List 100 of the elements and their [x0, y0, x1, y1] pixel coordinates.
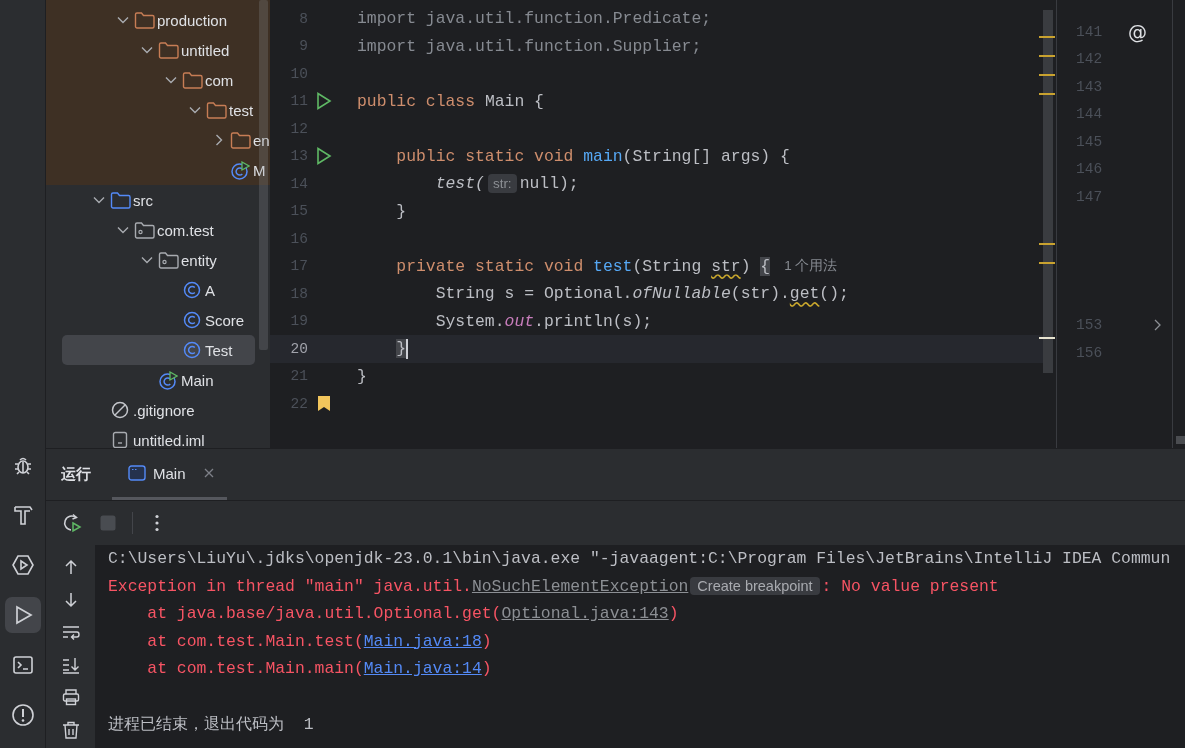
chevron-down-icon[interactable] [117, 226, 129, 234]
item-label: Test [205, 341, 233, 359]
item-label: src [133, 191, 153, 209]
source-link[interactable]: Optional.java:143 [501, 604, 669, 624]
tree-item[interactable]: M [62, 155, 266, 185]
tree-item[interactable]: Test [62, 335, 255, 365]
code-token: get [789, 284, 820, 304]
code-token: public static void [395, 146, 575, 166]
console-text: C:\Users\LiuYu\.jdks\openjdk-23.0.1\bin\java.exe "-javaagent:C:\Program Files\JetBrains\IntelliJ IDEA Commun [108, 549, 1171, 569]
annotation-marker[interactable]: @ [1128, 20, 1147, 43]
code-token: test( [434, 174, 485, 194]
item-label: entity [181, 251, 217, 269]
console-text: at java.base/java.util.Optional.get( [146, 604, 502, 624]
trash-icon[interactable] [61, 720, 80, 739]
chevron-down-icon[interactable] [93, 196, 105, 204]
tree-item[interactable]: A [62, 275, 255, 305]
tree-item[interactable]: en [62, 125, 270, 155]
code-token: (str). [730, 284, 790, 304]
console-text: : No value present [821, 576, 999, 596]
source-link[interactable]: NoSuchElementException [471, 576, 689, 596]
tree-item[interactable]: com [62, 65, 255, 95]
tree-item[interactable]: Score [62, 305, 255, 335]
item-label: test [229, 101, 254, 119]
run-icon[interactable] [316, 147, 332, 166]
panel-title: 运行 [60, 464, 91, 484]
chevron-right-icon[interactable] [1154, 319, 1161, 332]
usage-hint[interactable]: 1 个用法 [784, 257, 838, 276]
tree-item[interactable]: production [62, 5, 255, 35]
rerun-icon[interactable] [62, 513, 82, 533]
class-icon [183, 311, 201, 329]
run-icon[interactable] [316, 92, 332, 111]
class-icon [183, 281, 201, 299]
tree-item[interactable]: .gitignore [62, 395, 255, 425]
scrollbar-thumb[interactable] [1176, 436, 1185, 444]
close-icon[interactable] [202, 467, 215, 479]
source-link[interactable]: Main.java:14 [363, 659, 482, 679]
scroll-to-end-icon[interactable] [61, 655, 80, 674]
code-token: (); [819, 284, 849, 304]
folder-icon [157, 41, 179, 59]
class-icon [183, 341, 201, 359]
code-token: } [395, 339, 407, 359]
printer-icon[interactable] [61, 688, 80, 706]
bookmark-icon[interactable] [317, 395, 331, 413]
text-cursor [406, 338, 409, 359]
code-token: Main { [484, 91, 544, 111]
folder-icon [181, 71, 203, 89]
item-label: production [157, 11, 228, 29]
folder-icon [229, 131, 251, 149]
tab[interactable]: Main [112, 449, 227, 500]
tree-item[interactable]: entity [62, 245, 255, 275]
more-icon[interactable] [155, 514, 159, 532]
ignored-file-icon [111, 401, 129, 419]
console-text: 进程已结束，退出代码为 1 [108, 713, 314, 735]
chevron-down-icon[interactable] [117, 16, 129, 24]
terminal-icon[interactable] [11, 654, 34, 676]
item-label: Score [205, 311, 245, 329]
folder-icon [205, 101, 227, 119]
source-link[interactable]: Main.java:18 [363, 631, 482, 651]
tree-item[interactable]: test [62, 95, 255, 125]
console-text: ) [481, 631, 492, 651]
tree-item[interactable]: src [62, 185, 255, 215]
code-token: main [583, 146, 623, 166]
console-icon [128, 465, 146, 481]
code-token: .println(s); [534, 311, 653, 331]
chevron-down-icon[interactable] [141, 256, 153, 264]
services-icon[interactable] [10, 553, 35, 577]
chevron-down-icon[interactable] [165, 76, 177, 84]
item-label: A [205, 281, 215, 299]
tree-item[interactable]: untitled.iml [62, 425, 255, 448]
item-label: en [253, 131, 270, 149]
create-breakpoint-button[interactable]: Create breakpoint [690, 577, 820, 596]
console-text: ) [668, 604, 679, 624]
code-token: System. [434, 311, 505, 331]
code-token: test [593, 256, 633, 276]
problems-icon[interactable] [10, 703, 35, 727]
chevron-down-icon[interactable] [141, 46, 153, 54]
code-token: private static void [395, 256, 585, 276]
parameter-hint: str: [487, 174, 517, 194]
module-file-icon [112, 431, 128, 448]
code-token: } [357, 366, 367, 386]
code-token: import java.util.function.Predicate; [357, 9, 712, 29]
code-token: { [760, 256, 771, 276]
tree-item[interactable]: com.test [62, 215, 255, 245]
code-token: out [504, 311, 535, 331]
line-number: 20 [289, 340, 308, 357]
chevron-down-icon[interactable] [189, 106, 201, 114]
item-label: untitled [181, 41, 230, 59]
tree-item[interactable]: Main [62, 365, 255, 395]
code-token: (String [632, 256, 703, 276]
runnable-class-icon [158, 370, 178, 390]
soft-wrap-icon[interactable] [61, 623, 80, 641]
code-token: } [395, 201, 407, 221]
tree-item[interactable]: untitled [62, 35, 255, 65]
item-label: untitled.iml [133, 431, 205, 448]
runnable-class-icon [230, 160, 250, 180]
package-icon [133, 221, 155, 239]
hammer-icon[interactable] [11, 504, 34, 526]
code-token: ofNullable [632, 284, 731, 304]
chevron-right-icon[interactable] [215, 134, 223, 146]
code-token: import java.util.function.Supplier; [357, 36, 702, 56]
